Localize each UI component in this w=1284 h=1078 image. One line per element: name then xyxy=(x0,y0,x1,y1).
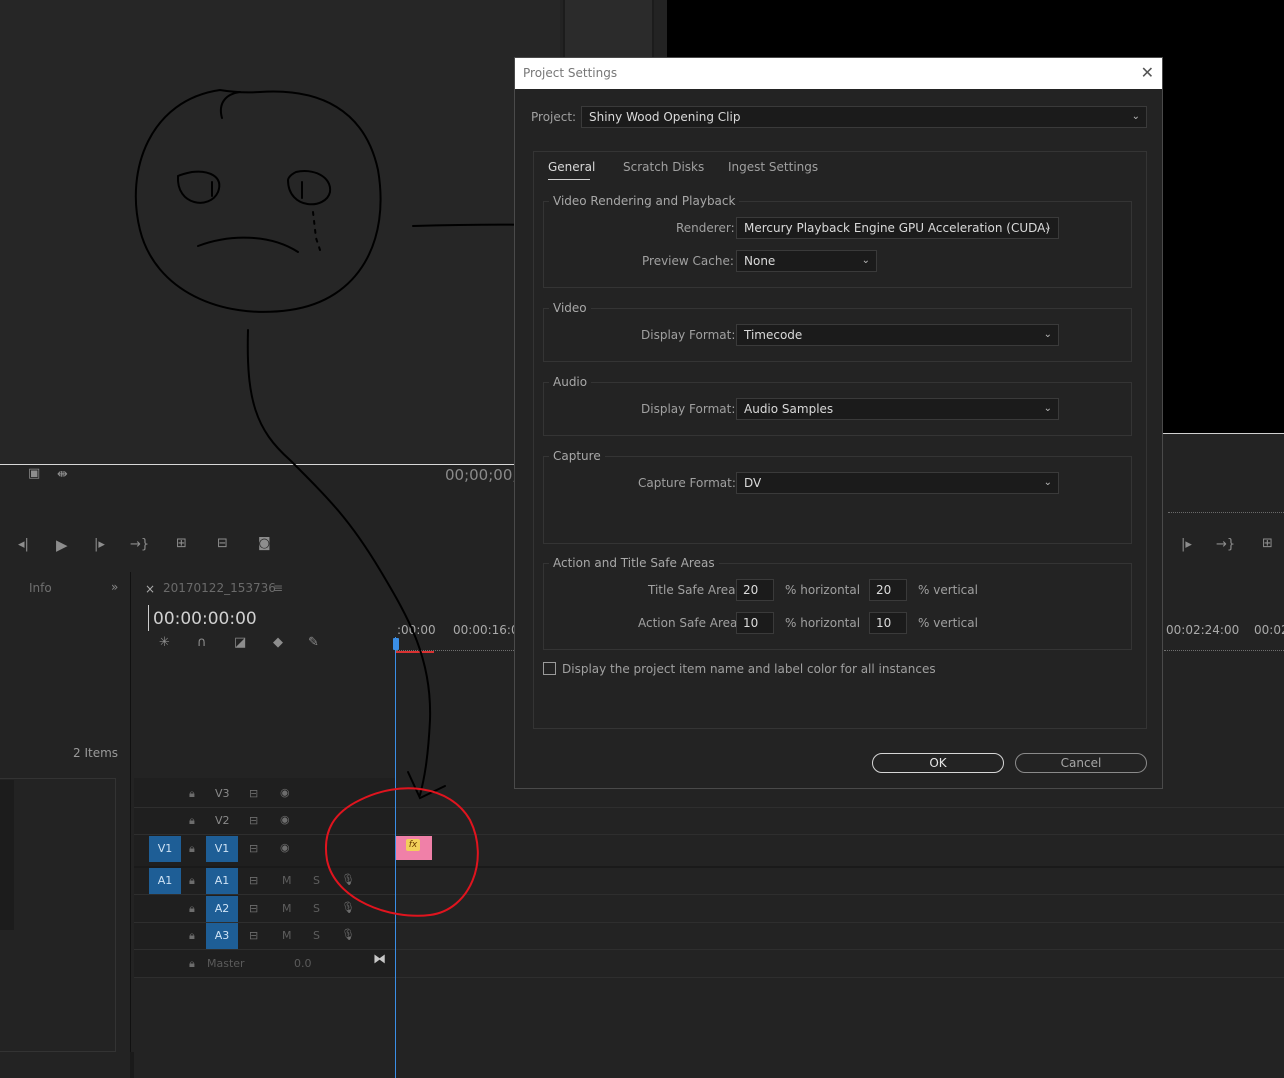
project-label: Project: xyxy=(531,110,577,124)
action-safe-label: Action Safe Area xyxy=(638,616,738,630)
red-circle-drawing xyxy=(324,787,479,917)
project-settings-dialog: Project Settings ✕ Project: Shiny Wood O… xyxy=(514,57,1163,789)
capture-format-select[interactable]: DV ⌄ xyxy=(736,472,1059,494)
display-label-color-checkbox[interactable] xyxy=(543,662,556,675)
group-video-rendering-title: Video Rendering and Playback xyxy=(549,194,740,208)
video-display-format-select[interactable]: Timecode ⌄ xyxy=(736,324,1059,346)
title-safe-horizontal-input[interactable]: 20 xyxy=(736,579,774,601)
display-label-color-checkbox-label[interactable]: Display the project item name and label … xyxy=(562,662,936,676)
sad-face-head-drawing xyxy=(134,88,382,313)
tear-drawing xyxy=(312,211,321,251)
arrow-to-clip-drawing xyxy=(246,329,432,796)
preview-cache-label: Preview Cache: xyxy=(642,254,734,268)
action-safe-vertical-input[interactable]: 10 xyxy=(869,612,907,634)
capture-format-label: Capture Format: xyxy=(638,476,736,490)
group-audio-title: Audio xyxy=(549,375,592,389)
tab-ingest-settings[interactable]: Ingest Settings xyxy=(728,160,818,174)
preview-cache-select-value: None xyxy=(744,254,776,268)
chevron-down-icon: ⌄ xyxy=(1043,477,1052,488)
chevron-down-icon: ⌄ xyxy=(1043,329,1052,340)
group-capture-title: Capture xyxy=(549,449,605,463)
video-display-format-value: Timecode xyxy=(744,328,803,342)
audio-display-format-select[interactable]: Audio Samples ⌄ xyxy=(736,398,1059,420)
group-video-rendering xyxy=(543,201,1132,288)
group-capture xyxy=(543,456,1132,544)
close-icon[interactable]: ✕ xyxy=(1141,63,1154,82)
capture-format-value: DV xyxy=(744,476,762,490)
title-safe-vertical-input[interactable]: 20 xyxy=(869,579,907,601)
cancel-button[interactable]: Cancel xyxy=(1015,753,1147,773)
action-safe-horizontal-input[interactable]: 10 xyxy=(736,612,774,634)
chevron-down-icon: ⌄ xyxy=(1043,403,1052,414)
action-safe-vertical-unit: % vertical xyxy=(918,616,978,630)
left-eye-drawing xyxy=(176,170,221,204)
renderer-select-value: Mercury Playback Engine GPU Acceleration… xyxy=(744,221,1051,235)
tab-general[interactable]: General xyxy=(548,160,595,174)
video-display-format-label: Display Format: xyxy=(641,328,736,342)
project-select-value: Shiny Wood Opening Clip xyxy=(589,110,741,124)
preview-cache-select[interactable]: None ⌄ xyxy=(736,250,877,272)
sad-face-forehead-stroke-drawing xyxy=(220,91,241,119)
renderer-label: Renderer: xyxy=(676,221,735,235)
title-safe-horizontal-unit: % horizontal xyxy=(785,583,861,597)
tab-scratch-disks[interactable]: Scratch Disks xyxy=(623,160,704,174)
chevron-down-icon: ⌄ xyxy=(861,255,870,266)
group-safe-areas xyxy=(543,563,1132,650)
title-safe-label: Title Safe Area xyxy=(648,583,736,597)
chevron-down-icon: ⌄ xyxy=(1131,111,1140,122)
right-eye-drawing xyxy=(286,170,332,206)
renderer-select[interactable]: Mercury Playback Engine GPU Acceleration… xyxy=(736,217,1059,239)
dialog-title: Project Settings xyxy=(523,66,618,80)
action-safe-horizontal-unit: % horizontal xyxy=(785,616,861,630)
audio-display-format-label: Display Format: xyxy=(641,402,736,416)
group-safe-areas-title: Action and Title Safe Areas xyxy=(549,556,719,570)
group-video-title: Video xyxy=(549,301,591,315)
project-select[interactable]: Shiny Wood Opening Clip ⌄ xyxy=(581,106,1147,128)
audio-display-format-value: Audio Samples xyxy=(744,402,834,416)
ok-button[interactable]: OK xyxy=(872,753,1004,773)
title-safe-vertical-unit: % vertical xyxy=(918,583,978,597)
tab-general-underline xyxy=(548,179,590,180)
chevron-down-icon: ⌄ xyxy=(1043,222,1052,233)
frown-drawing xyxy=(197,236,299,253)
